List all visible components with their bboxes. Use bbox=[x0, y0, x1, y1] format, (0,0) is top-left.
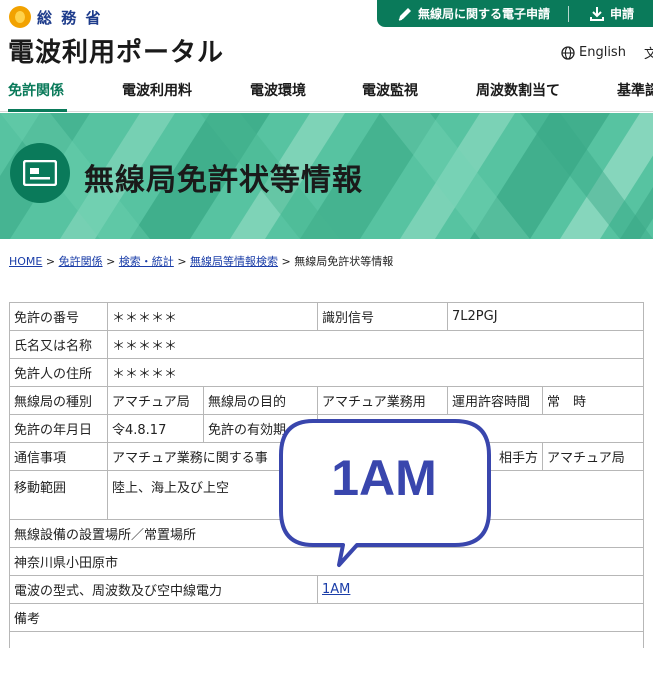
license-number-label: 免許の番号 bbox=[9, 302, 108, 331]
license-date-value: 令4.8.17 bbox=[107, 414, 204, 443]
apply-divider bbox=[568, 5, 570, 22]
table-row: 氏名又は名称 ＊＊＊＊＊ bbox=[9, 330, 645, 359]
table-row: 無線局の種別 アマチュア局 無線局の目的 アマチュア業務用 運用許容時間 常 時 bbox=[9, 386, 645, 415]
nav-item-monitoring[interactable]: 電波監視 bbox=[362, 80, 418, 112]
page-title: 無線局免許状等情報 bbox=[84, 163, 363, 198]
e-application-label: 無線局に関する電子申請 bbox=[418, 7, 551, 21]
movement-area-label: 移動範囲 bbox=[9, 470, 108, 520]
comm-items-label: 通信事項 bbox=[9, 442, 108, 471]
breadcrumb-separator: > bbox=[45, 255, 56, 268]
partner-value: アマチュア局 bbox=[542, 442, 645, 471]
purpose-label: 無線局の目的 bbox=[202, 386, 319, 415]
nav-item-frequency-allocation[interactable]: 周波数割当て bbox=[476, 80, 560, 112]
page-bottom bbox=[0, 648, 653, 683]
language-extra[interactable]: 文 bbox=[644, 43, 653, 62]
callout-text: 1AM bbox=[331, 450, 437, 506]
breadcrumb-separator: > bbox=[106, 255, 116, 268]
name-label: 氏名又は名称 bbox=[9, 330, 108, 359]
ministry-logo[interactable]: 総 務 省 bbox=[9, 6, 102, 28]
name-value: ＊＊＊＊＊ bbox=[106, 330, 645, 359]
callsign-value: 7L2PGJ bbox=[447, 302, 645, 331]
address-value: ＊＊＊＊＊ bbox=[106, 358, 645, 387]
callout-bubble: 1AM bbox=[279, 419, 491, 567]
radio-spec-link[interactable]: 1AM bbox=[322, 582, 350, 597]
nav-item-environment[interactable]: 電波環境 bbox=[250, 80, 306, 112]
language-switch[interactable]: English 文 bbox=[561, 43, 653, 62]
ministry-mark-icon bbox=[9, 6, 31, 28]
breadcrumb-licensing[interactable]: 免許関係 bbox=[59, 255, 103, 268]
table-row: 免許人の住所 ＊＊＊＊＊ bbox=[9, 358, 645, 387]
breadcrumb-current: 無線局免許状等情報 bbox=[294, 255, 394, 268]
application-download-link[interactable]: 申請 bbox=[569, 5, 634, 22]
application-download-label: 申請 bbox=[610, 7, 635, 21]
page: 総 務 省 電波利用ポータル 無線局に関する電子申請 申請 English 文 … bbox=[0, 0, 653, 683]
apply-bar: 無線局に関する電子申請 申請 bbox=[377, 0, 653, 27]
operating-hours-value: 常 時 bbox=[542, 386, 645, 415]
purpose-value: アマチュア業務用 bbox=[317, 386, 449, 415]
license-number-value: ＊＊＊＊＊ bbox=[106, 302, 319, 331]
main-nav: 免許関係 電波利用料 電波環境 電波監視 周波数割当て 基準認証 bbox=[0, 80, 653, 112]
radio-spec-label: 電波の型式、周波数及び空中線電力 bbox=[8, 575, 319, 604]
nav-item-standards[interactable]: 基準認証 bbox=[617, 80, 653, 112]
certificate-icon bbox=[10, 143, 70, 203]
table-row: 免許の番号 ＊＊＊＊＊ 識別信号 7L2PGJ bbox=[9, 302, 645, 331]
ministry-name: 総 務 省 bbox=[37, 8, 103, 27]
breadcrumb-separator: > bbox=[177, 255, 187, 268]
e-application-link[interactable]: 無線局に関する電子申請 bbox=[377, 5, 550, 22]
site-header: 総 務 省 電波利用ポータル 無線局に関する電子申請 申請 English 文 … bbox=[0, 0, 653, 112]
table-row: 備考 bbox=[8, 603, 645, 632]
address-label: 免許人の住所 bbox=[9, 358, 108, 387]
pen-icon bbox=[398, 7, 411, 21]
callsign-label: 識別信号 bbox=[317, 302, 449, 331]
portal-title[interactable]: 電波利用ポータル bbox=[8, 32, 224, 69]
station-type-value: アマチュア局 bbox=[107, 386, 204, 415]
page-banner: 無線局免許状等情報 bbox=[0, 113, 653, 239]
remarks-label: 備考 bbox=[8, 603, 645, 632]
operating-hours-label: 運用許容時間 bbox=[447, 386, 544, 415]
breadcrumb: HOME > 免許関係 > 検索・統計 > 無線局等情報検索 > 無線局免許状等… bbox=[9, 253, 393, 269]
breadcrumb-search-stats[interactable]: 検索・統計 bbox=[119, 255, 174, 268]
globe-icon bbox=[561, 45, 575, 60]
language-label: English bbox=[579, 45, 626, 60]
table-row: 電波の型式、周波数及び空中線電力 1AM bbox=[8, 575, 645, 604]
breadcrumb-home[interactable]: HOME bbox=[9, 255, 42, 268]
breadcrumb-separator: > bbox=[281, 255, 291, 268]
breadcrumb-station-search[interactable]: 無線局等情報検索 bbox=[190, 255, 278, 268]
license-date-label: 免許の年月日 bbox=[9, 414, 108, 443]
download-icon bbox=[590, 6, 605, 21]
nav-item-licensing[interactable]: 免許関係 bbox=[8, 80, 67, 112]
nav-item-usage-fee[interactable]: 電波利用料 bbox=[122, 80, 192, 112]
radio-spec-cell: 1AM bbox=[317, 575, 645, 604]
station-type-label: 無線局の種別 bbox=[9, 386, 108, 415]
